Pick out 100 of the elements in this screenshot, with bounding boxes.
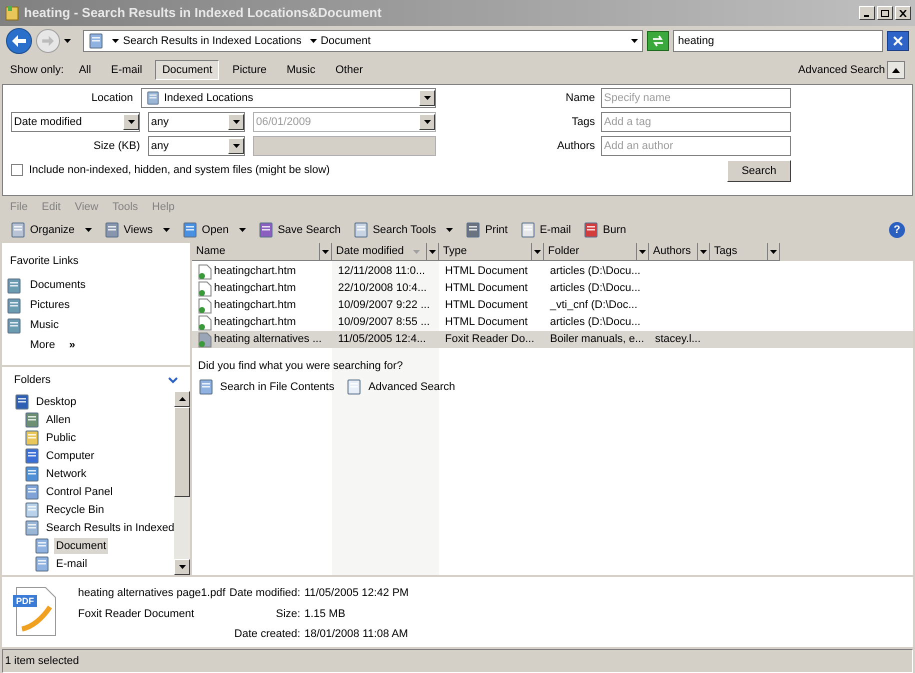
caret-icon	[232, 144, 240, 148]
favorite-link[interactable]: Documents	[30, 277, 86, 294]
file-type: Foxit Reader Document	[78, 606, 196, 622]
filter-tab[interactable]: E-mail	[104, 60, 150, 80]
column-header[interactable]: Folder	[544, 243, 649, 261]
tree-item[interactable]: Recycle Bin	[44, 502, 106, 518]
location-label: Location	[90, 90, 134, 106]
dropdown-button[interactable]	[228, 138, 244, 154]
column-header[interactable]: Name	[192, 243, 332, 261]
address-bar[interactable]: Search Results in Indexed Locations Document	[83, 30, 643, 52]
table-cell-text: HTML Document	[445, 298, 528, 314]
tree-item[interactable]: Allen	[44, 412, 72, 428]
caret-icon	[446, 228, 454, 232]
caret-icon	[178, 565, 186, 569]
include-checkbox[interactable]	[11, 164, 23, 176]
size-input[interactable]	[253, 136, 436, 156]
dropdown-button[interactable]	[123, 114, 139, 130]
tree-item[interactable]: Desktop	[34, 394, 78, 410]
arrow-right-icon	[42, 36, 54, 46]
collapse-button[interactable]	[887, 61, 905, 79]
caret-icon	[429, 250, 436, 254]
tree-item[interactable]: E-mail	[54, 556, 90, 572]
caret-icon	[84, 228, 92, 232]
file-row[interactable]: heatingchart.htm 10/09/2007 8:55 ... HTML Document articles (D:\Docu...	[192, 314, 913, 331]
chevron-down-icon[interactable]	[168, 376, 178, 384]
filter-tab[interactable]: All	[72, 60, 98, 80]
file-row[interactable]: heating alternatives ... 11/05/2005 12:4... Foxit Reader Do... Boiler manuals, e... stacey.l...	[192, 331, 913, 348]
help-button[interactable]: ?	[889, 222, 905, 238]
file-name: heating alternatives page1.pdf	[78, 586, 226, 601]
input-field[interactable]: Add an author	[601, 136, 791, 156]
search-link[interactable]: Search in File Contents	[220, 378, 334, 395]
toolbar-button[interactable]: Organize	[10, 222, 92, 238]
toolbar-button[interactable]: Save Search	[258, 222, 341, 238]
document-icon	[16, 587, 57, 636]
table-cell-text: articles (D:\Docu...	[550, 264, 640, 280]
minimize-button[interactable]	[859, 6, 875, 20]
window-title: heating - Search Results in Indexed Locations&Document	[24, 4, 382, 22]
filter-tab[interactable]: Document	[155, 60, 220, 80]
filter-tab[interactable]: Music	[280, 60, 322, 80]
field-label: Authors	[556, 138, 596, 154]
dropdown-button[interactable]	[419, 90, 435, 106]
tree-item[interactable]: Network	[44, 466, 88, 482]
toolbar-button[interactable]: Search Tools	[352, 222, 454, 238]
toolbar-button[interactable]: Burn	[582, 222, 626, 238]
search-button[interactable]: Search	[727, 160, 791, 182]
breadcrumb[interactable]: Search Results in Indexed Locations	[123, 32, 302, 50]
input-field[interactable]: Specify name	[601, 88, 791, 108]
column-header[interactable]: Authors	[649, 243, 710, 261]
back-button[interactable]	[6, 28, 32, 54]
refresh-button[interactable]	[647, 31, 669, 51]
favorite-link[interactable]: Music	[30, 317, 59, 334]
date-operator-dropdown[interactable]: any	[148, 112, 245, 132]
file-row[interactable]: heatingchart.htm 12/11/2008 11:0... HTML Document articles (D:\Docu...	[192, 263, 913, 280]
tree-item[interactable]: Public	[44, 430, 78, 446]
toolbar-button[interactable]: Open	[182, 222, 246, 238]
date-field-dropdown[interactable]: Date modified	[11, 112, 140, 132]
tree-item[interactable]: Computer	[44, 448, 96, 464]
input-field[interactable]: Add a tag	[601, 112, 791, 132]
pdf-badge: PDF	[13, 595, 37, 607]
more-link[interactable]: More	[30, 337, 56, 354]
toolbar-button[interactable]: E-mail	[520, 222, 571, 238]
caret-icon	[238, 228, 246, 232]
dropdown-button[interactable]	[419, 114, 435, 130]
filter-tab[interactable]: Other	[328, 60, 370, 80]
file-row[interactable]: heatingchart.htm 22/10/2008 10:4... HTML Document articles (D:\Docu...	[192, 280, 913, 297]
column-header[interactable]: Tags	[710, 243, 780, 261]
toolbar-button[interactable]: Print	[465, 222, 508, 238]
table-cell-text: HTML Document	[445, 315, 528, 330]
filter-tab[interactable]: Picture	[225, 60, 274, 80]
table-cell-text: heating alternatives ...	[214, 332, 322, 348]
table-cell-text: stacey.l...	[655, 332, 701, 348]
caret-icon	[700, 250, 707, 254]
tree-item[interactable]: Search Results in Indexed	[44, 520, 174, 536]
scrollbar[interactable]	[174, 391, 190, 575]
breadcrumb[interactable]: Document	[320, 32, 371, 50]
field-label: Name	[564, 90, 596, 106]
clear-search-button[interactable]	[887, 31, 909, 51]
sort-arrow-icon	[413, 250, 420, 254]
include-label: Include non-indexed, hidden, and system files (might be slow)	[29, 163, 330, 178]
toolbar-button[interactable]: Views	[104, 222, 170, 238]
caret-icon	[232, 120, 240, 124]
dropdown-button[interactable]	[228, 114, 244, 130]
table-cell-text: 10/09/2007 8:55 ...	[338, 315, 430, 330]
search-field[interactable]: heating	[673, 30, 883, 52]
web-file-icon	[198, 264, 212, 280]
size-operator-dropdown[interactable]: any	[148, 136, 245, 156]
file-row[interactable]: heatingchart.htm 10/09/2007 9:22 ... HTML Document _vti_cnf (D:\Doc...	[192, 297, 913, 314]
close-button[interactable]	[895, 6, 911, 20]
advanced-search-link[interactable]: Advanced Search	[798, 62, 885, 78]
column-header[interactable]: Type	[439, 243, 544, 261]
favorite-link[interactable]: Pictures	[30, 297, 70, 314]
location-dropdown[interactable]: Indexed Locations	[141, 88, 436, 108]
close-icon	[899, 10, 907, 16]
search-link[interactable]: Advanced Search	[368, 378, 456, 395]
table-cell-text: 10/09/2007 9:22 ...	[338, 298, 430, 314]
tree-item[interactable]: Control Panel	[44, 484, 115, 500]
maximize-button[interactable]	[877, 6, 893, 20]
tree-item[interactable]: Document	[54, 538, 108, 554]
table-cell-text: HTML Document	[445, 281, 528, 296]
chevron-icon[interactable]: »	[69, 337, 76, 354]
